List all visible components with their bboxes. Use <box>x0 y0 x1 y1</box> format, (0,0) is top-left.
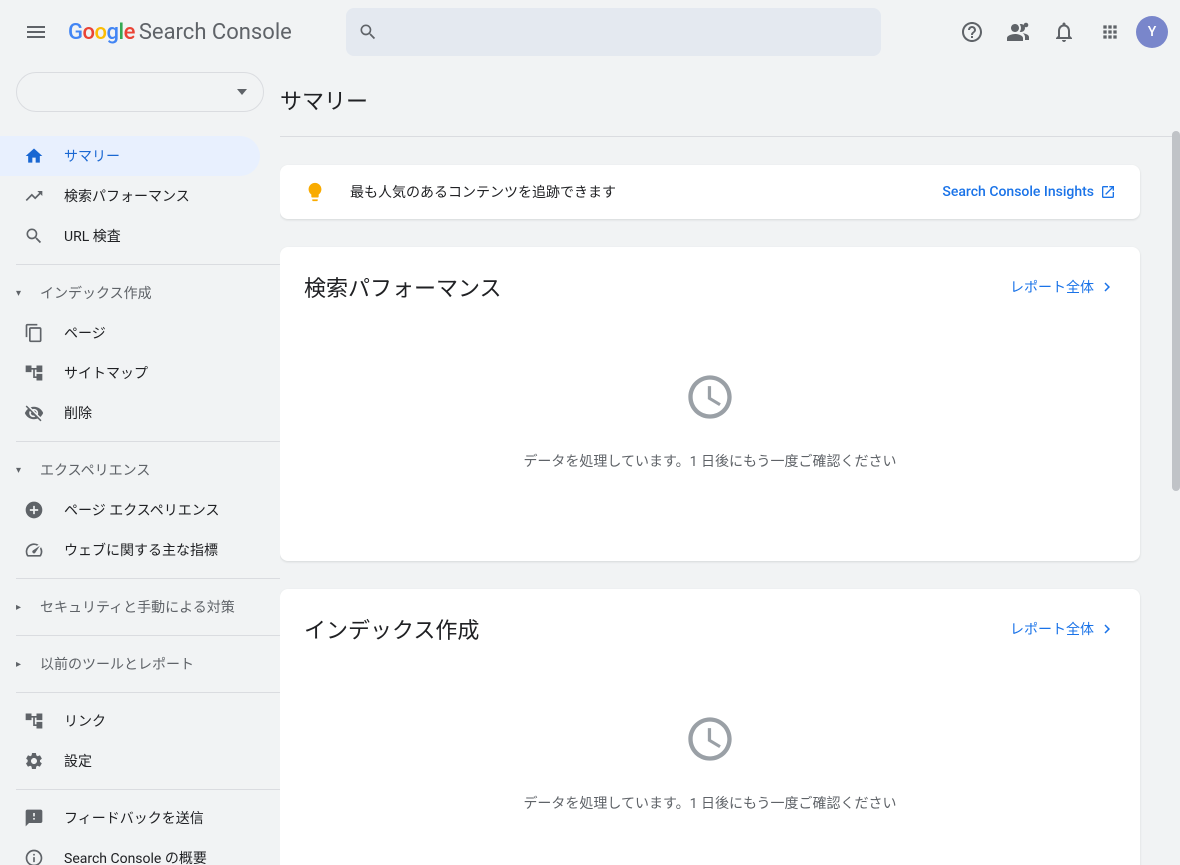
feedback-icon <box>24 808 44 828</box>
insights-text: 最も人気のあるコンテンツを追跡できます <box>350 182 918 202</box>
full-report-link[interactable]: レポート全体 <box>1010 277 1116 297</box>
empty-state-text: データを処理しています。1 日後にもう一度ご確認ください <box>523 793 896 813</box>
sitemap-icon <box>24 363 44 383</box>
lightbulb-icon <box>304 181 326 203</box>
sidebar-item-feedback[interactable]: フィードバックを送信 <box>0 798 260 838</box>
nav-divider <box>16 789 280 790</box>
chevron-right-icon: ▸ <box>16 602 28 613</box>
visibility-off-icon <box>24 403 44 423</box>
sidebar-item-label: フィードバックを送信 <box>64 808 204 828</box>
sidebar-item-label: 設定 <box>64 751 92 771</box>
sidebar-item-label: ウェブに関する主な指標 <box>64 540 218 560</box>
sidebar-item-url-inspect[interactable]: URL 検査 <box>0 216 260 256</box>
chevron-right-icon <box>1098 278 1116 296</box>
gear-icon <box>24 751 44 771</box>
chevron-down-icon: ▾ <box>16 288 28 299</box>
nav-group-title: インデックス作成 <box>40 283 152 303</box>
sidebar-item-summary[interactable]: サマリー <box>0 136 260 176</box>
card-title: 検索パフォーマンス <box>304 271 502 303</box>
sidebar-item-label: サマリー <box>64 146 120 166</box>
sidebar-item-core-web-vitals[interactable]: ウェブに関する主な指標 <box>0 530 260 570</box>
account-avatar[interactable]: Y <box>1136 16 1168 48</box>
clock-icon <box>684 713 736 765</box>
plus-circle-icon <box>24 500 44 520</box>
scrollbar[interactable] <box>1172 131 1180 491</box>
empty-state-text: データを処理しています。1 日後にもう一度ご確認ください <box>523 451 896 471</box>
nav-group-legacy[interactable]: ▸ 以前のツールとレポート <box>0 644 280 684</box>
sidebar-item-label: サイトマップ <box>64 363 148 383</box>
card-title: インデックス作成 <box>304 613 479 645</box>
nav-group-title: 以前のツールとレポート <box>40 654 194 674</box>
nav-divider <box>16 264 280 265</box>
app-header: Google Search Console Y <box>0 0 1180 64</box>
sidebar-item-about[interactable]: Search Console の概要 <box>0 838 260 865</box>
sidebar-item-label: ページ <box>64 323 106 343</box>
search-icon <box>358 22 378 42</box>
help-icon[interactable] <box>952 12 992 52</box>
sidebar: サマリー 検索パフォーマンス URL 検査 ▾ インデックス作成 ページ <box>0 64 280 865</box>
sidebar-item-label: 削除 <box>64 403 92 423</box>
product-name: Search Console <box>139 20 292 45</box>
nav-group-experience[interactable]: ▾ エクスペリエンス <box>0 450 280 490</box>
users-icon[interactable] <box>998 12 1038 52</box>
insights-card: 最も人気のあるコンテンツを追跡できます Search Console Insig… <box>280 165 1140 219</box>
sidebar-item-settings[interactable]: 設定 <box>0 741 260 781</box>
chevron-right-icon: ▸ <box>16 659 28 670</box>
nav-group-title: セキュリティと手動による対策 <box>40 597 235 617</box>
trending-icon <box>24 186 44 206</box>
performance-card: 検索パフォーマンス レポート全体 データを処理しています。1 日後にもう一度ご確… <box>280 247 1140 561</box>
sidebar-item-label: リンク <box>64 711 106 731</box>
open-in-new-icon <box>1100 184 1116 200</box>
chevron-down-icon <box>237 89 247 95</box>
search-box[interactable] <box>346 8 881 56</box>
page-title: サマリー <box>280 64 1180 136</box>
nav-divider <box>16 692 280 693</box>
sidebar-item-label: 検索パフォーマンス <box>64 186 190 206</box>
indexing-card: インデックス作成 レポート全体 データを処理しています。1 日後にもう一度ご確認… <box>280 589 1140 865</box>
pages-icon <box>24 323 44 343</box>
nav-divider <box>16 635 280 636</box>
main-content: サマリー 最も人気のあるコンテンツを追跡できます Search Console … <box>280 64 1180 865</box>
chevron-down-icon: ▾ <box>16 465 28 476</box>
google-logo: Google <box>68 20 135 45</box>
info-icon <box>24 848 44 865</box>
sidebar-item-label: Search Console の概要 <box>64 848 207 865</box>
search-icon <box>24 226 44 246</box>
menu-icon[interactable] <box>12 8 60 56</box>
nav-divider <box>16 578 280 579</box>
sidebar-item-sitemaps[interactable]: サイトマップ <box>0 353 260 393</box>
insights-link-label: Search Console Insights <box>942 184 1094 200</box>
card-link-label: レポート全体 <box>1010 277 1094 297</box>
sidebar-item-removals[interactable]: 削除 <box>0 393 260 433</box>
sidebar-item-pages[interactable]: ページ <box>0 313 260 353</box>
nav-group-security[interactable]: ▸ セキュリティと手動による対策 <box>0 587 280 627</box>
notifications-icon[interactable] <box>1044 12 1084 52</box>
clock-icon <box>684 371 736 423</box>
nav-group-indexing[interactable]: ▾ インデックス作成 <box>0 273 280 313</box>
full-report-link[interactable]: レポート全体 <box>1010 619 1116 639</box>
product-logo[interactable]: Google Search Console <box>68 20 292 45</box>
speed-icon <box>24 540 44 560</box>
divider <box>280 136 1180 137</box>
nav-group-title: エクスペリエンス <box>40 460 150 480</box>
property-selector[interactable] <box>16 72 264 112</box>
card-link-label: レポート全体 <box>1010 619 1094 639</box>
sidebar-item-label: URL 検査 <box>64 226 121 246</box>
link-icon <box>24 711 44 731</box>
search-input[interactable] <box>390 23 869 42</box>
chevron-right-icon <box>1098 620 1116 638</box>
sidebar-item-page-experience[interactable]: ページ エクスペリエンス <box>0 490 260 530</box>
sidebar-item-label: ページ エクスペリエンス <box>64 500 220 520</box>
nav-divider <box>16 441 280 442</box>
insights-link[interactable]: Search Console Insights <box>942 184 1116 200</box>
sidebar-item-links[interactable]: リンク <box>0 701 260 741</box>
sidebar-item-performance[interactable]: 検索パフォーマンス <box>0 176 260 216</box>
home-icon <box>24 146 44 166</box>
apps-icon[interactable] <box>1090 12 1130 52</box>
